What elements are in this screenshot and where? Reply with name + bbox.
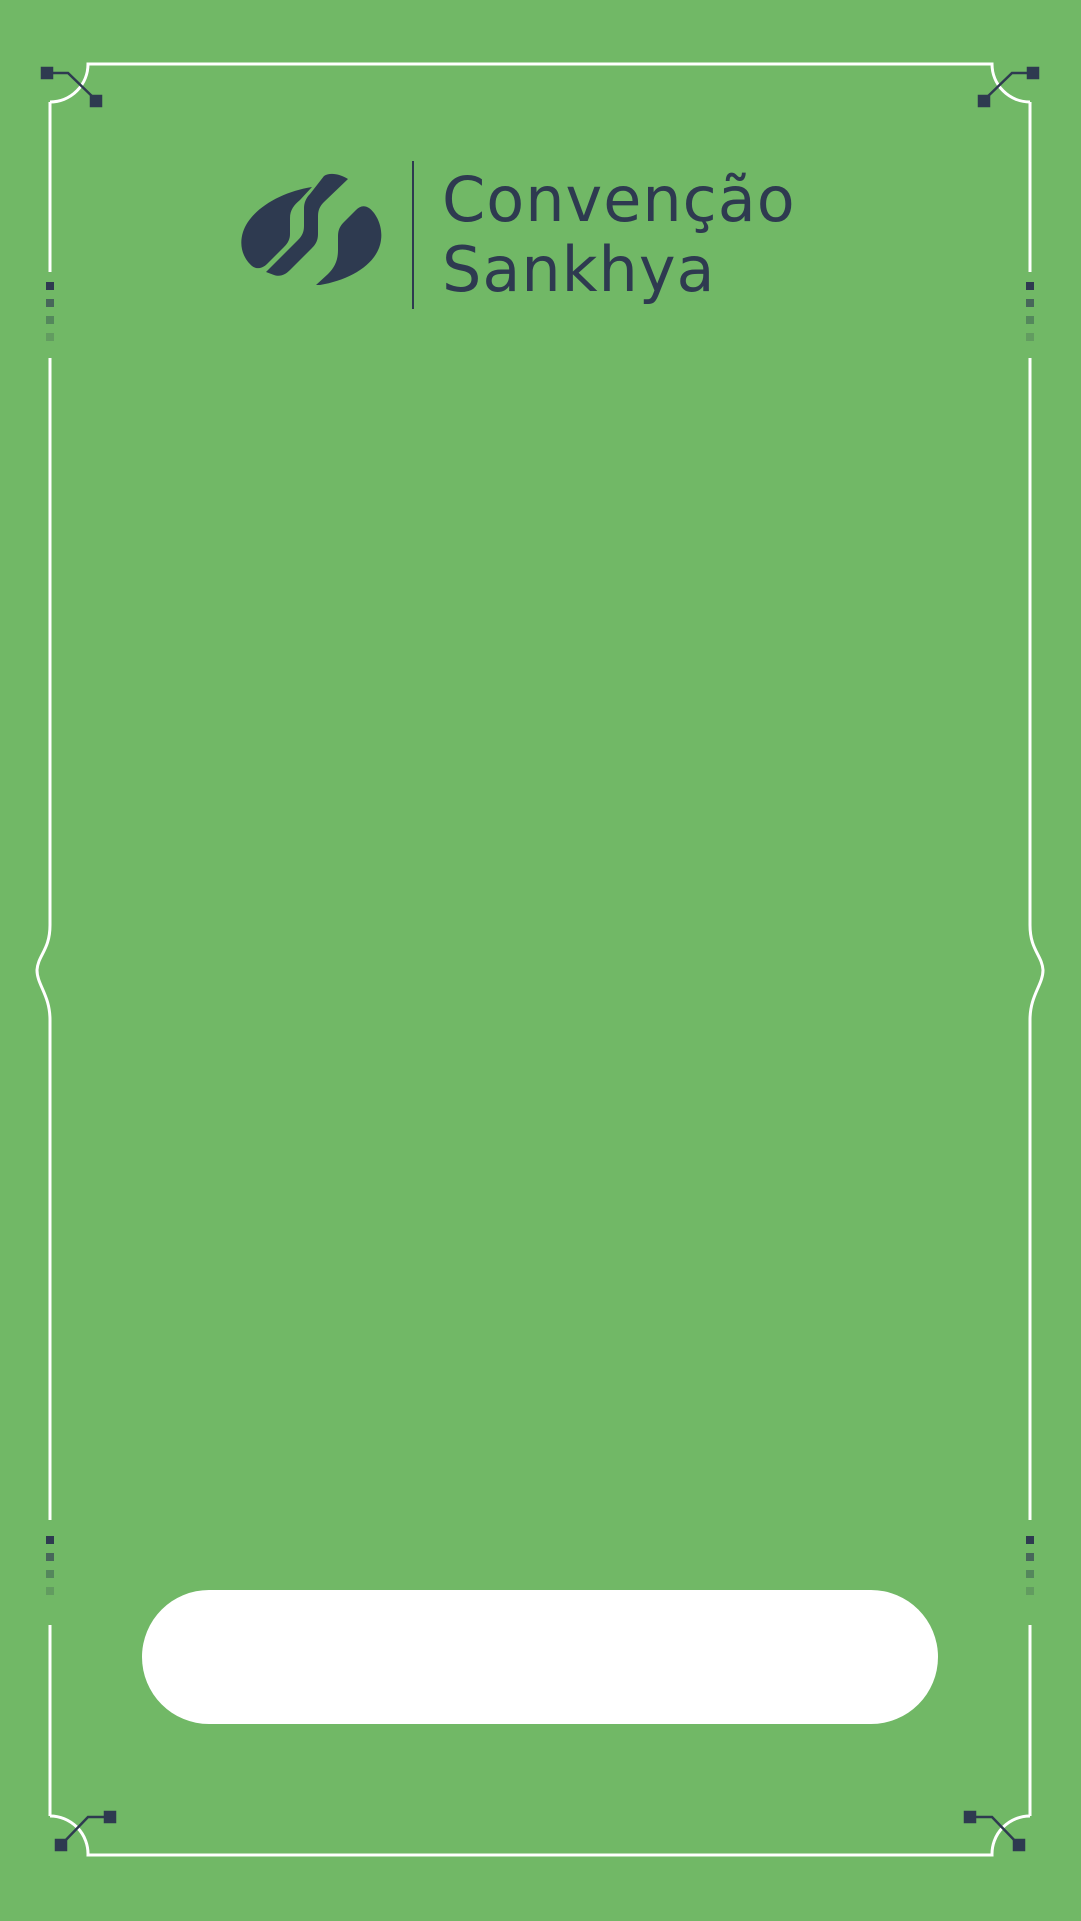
event-title: Convenção Sankhya: [442, 165, 796, 305]
logo-divider: [412, 161, 414, 309]
event-title-line2: Sankhya: [442, 233, 716, 306]
sankhya-leaf-icon: [241, 173, 382, 285]
event-title-line1: Convenção: [442, 163, 796, 236]
event-logo: Convenção Sankhya: [240, 160, 796, 310]
name-field[interactable]: [142, 1590, 938, 1724]
